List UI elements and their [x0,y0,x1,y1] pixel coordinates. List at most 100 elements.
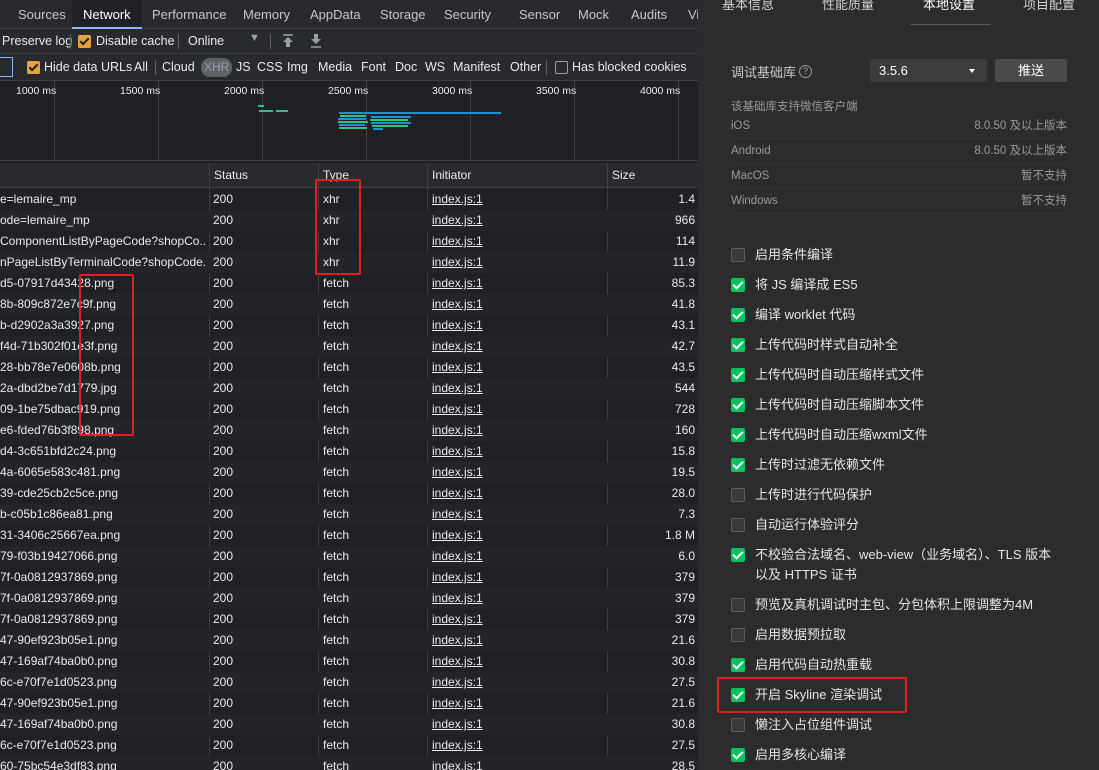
request-initiator[interactable]: index.js:1 [432,609,602,630]
request-initiator[interactable]: index.js:1 [432,210,602,231]
base-lib-select[interactable]: 3.5.6 [870,59,987,82]
request-initiator[interactable]: index.js:1 [432,756,602,770]
setting-checkbox[interactable] [731,748,745,762]
tab-appdata[interactable]: AppData [310,0,361,29]
request-initiator[interactable]: index.js:1 [432,630,602,651]
request-initiator[interactable]: index.js:1 [432,525,602,546]
request-initiator[interactable]: index.js:1 [432,336,602,357]
request-initiator[interactable]: index.js:1 [432,504,602,525]
network-overview[interactable]: 1000 ms 1500 ms 2000 ms 2500 ms 3000 ms … [0,81,698,161]
table-row[interactable]: ode=lemaire_mp 200 xhr index.js:1 966 [0,210,698,231]
setting-checkbox[interactable] [731,428,745,442]
request-initiator[interactable]: index.js:1 [432,441,602,462]
setting-checkbox[interactable] [731,278,745,292]
tab-network[interactable]: Network [72,0,142,29]
table-row[interactable]: 47-169af74ba0b0.png 200 fetch index.js:1 30.… [0,651,698,672]
table-row[interactable]: b-c05b1c86ea81.png 200 fetch index.js:1 7.3 [0,504,698,525]
setting-checkbox[interactable] [731,628,745,642]
filter-js[interactable]: JS [236,60,251,74]
column-size[interactable]: Size [608,163,635,188]
tab-memory[interactable]: Memory [243,0,290,29]
request-initiator[interactable]: index.js:1 [432,273,602,294]
tab-performance[interactable]: Performance [152,0,226,29]
setting-checkbox[interactable] [731,398,745,412]
filter-xhr[interactable]: XHR [201,58,233,77]
blocked-cookies-checkbox[interactable] [555,61,568,74]
filter-all[interactable]: All [134,60,148,74]
chevron-down-icon[interactable]: ▼ [249,32,260,44]
request-initiator[interactable]: index.js:1 [432,357,602,378]
request-initiator[interactable]: index.js:1 [432,483,602,504]
table-row[interactable]: 31-3406c25667ea.png 200 fetch index.js:1 1.8… [0,525,698,546]
tab-mock[interactable]: Mock [578,0,609,29]
setting-checkbox[interactable] [731,338,745,352]
throttling-select[interactable]: Online [188,34,224,48]
request-initiator[interactable]: index.js:1 [432,420,602,441]
table-row[interactable]: 09-1be75dbac919.png 200 fetch index.js:1 728 [0,399,698,420]
setting-checkbox[interactable] [731,688,745,702]
table-row[interactable]: 7f-0a0812937869.png 200 fetch index.js:1 379 [0,588,698,609]
table-row[interactable]: 8b-809c872e7c9f.png 200 fetch index.js:1 41.… [0,294,698,315]
request-initiator[interactable]: index.js:1 [432,462,602,483]
tab-storage[interactable]: Storage [380,0,426,29]
setting-checkbox[interactable] [731,518,745,532]
request-initiator[interactable]: index.js:1 [432,378,602,399]
table-row[interactable]: nPageListByTerminalCode?shopCode... 200 xh… [0,252,698,273]
table-row[interactable]: 7f-0a0812937869.png 200 fetch index.js:1 379 [0,567,698,588]
settings-tab-project[interactable]: 项目配置 [1023,0,1075,13]
table-row[interactable]: 7f-0a0812937869.png 200 fetch index.js:1 379 [0,609,698,630]
filter-doc[interactable]: Doc [395,60,417,74]
request-initiator[interactable]: index.js:1 [432,252,602,273]
table-row[interactable]: 6c-e70f7e1d0523.png 200 fetch index.js:1 27.… [0,735,698,756]
setting-checkbox[interactable] [731,718,745,732]
table-row[interactable]: 39-cde25cb2c5ce.png 200 fetch index.js:1 28.… [0,483,698,504]
blocked-cookies-label[interactable]: Has blocked cookies [572,60,687,74]
tab-audits[interactable]: Audits [631,0,667,29]
hide-data-urls-checkbox[interactable] [27,61,40,74]
filter-ws[interactable]: WS [425,60,445,74]
tab-sources[interactable]: Sources [18,0,66,29]
request-initiator[interactable]: index.js:1 [432,231,602,252]
filter-cloud[interactable]: Cloud [162,60,195,74]
disable-cache-checkbox[interactable] [78,35,91,48]
request-initiator[interactable]: index.js:1 [432,567,602,588]
request-initiator[interactable]: index.js:1 [432,189,602,210]
table-row[interactable]: 6c-e70f7e1d0523.png 200 fetch index.js:1 27.… [0,672,698,693]
filter-media[interactable]: Media [318,60,352,74]
table-row[interactable]: 4a-6065e583c481.png 200 fetch index.js:1 19.… [0,462,698,483]
setting-checkbox[interactable] [731,658,745,672]
setting-checkbox[interactable] [731,248,745,262]
help-icon[interactable]: ? [799,65,812,78]
table-row[interactable]: f4d-71b302f01e3f.png 200 fetch index.js:1 42… [0,336,698,357]
filter-input[interactable] [0,57,13,77]
column-type[interactable]: Type [319,163,349,188]
setting-checkbox[interactable] [731,308,745,322]
request-initiator[interactable]: index.js:1 [432,672,602,693]
disable-cache-label[interactable]: Disable cache [96,34,175,48]
table-row[interactable]: d4-3c651bfd2c24.png 200 fetch index.js:1 15.… [0,441,698,462]
tab-security[interactable]: Security [444,0,491,29]
settings-tab-local[interactable]: 本地设置 [923,0,975,13]
setting-checkbox[interactable] [731,548,745,562]
push-button[interactable]: 推送 [995,59,1067,82]
upload-icon[interactable] [282,34,294,48]
hide-data-urls-label[interactable]: Hide data URLs [44,60,132,74]
setting-checkbox[interactable] [731,598,745,612]
table-row[interactable]: 60-75bc54e3df83.png 200 fetch index.js:1 28.… [0,756,698,770]
setting-checkbox[interactable] [731,368,745,382]
filter-img[interactable]: Img [287,60,308,74]
table-row[interactable]: 47-90ef923b05e1.png 200 fetch index.js:1 21.… [0,630,698,651]
column-status[interactable]: Status [210,163,248,188]
tab-sensor[interactable]: Sensor [519,0,560,29]
table-row[interactable]: ComponentListByPageCode?shopCo... 200 xhr i… [0,231,698,252]
setting-checkbox[interactable] [731,488,745,502]
request-initiator[interactable]: index.js:1 [432,588,602,609]
request-initiator[interactable]: index.js:1 [432,315,602,336]
filter-manifest[interactable]: Manifest [453,60,500,74]
settings-tab-performance[interactable]: 性能质量 [822,0,874,13]
table-row[interactable]: b-d2902a3a3927.png 200 fetch index.js:1 43.1 [0,315,698,336]
request-initiator[interactable]: index.js:1 [432,546,602,567]
filter-font[interactable]: Font [361,60,386,74]
table-row[interactable]: e6-fded76b3f898.png 200 fetch index.js:1 160 [0,420,698,441]
table-row[interactable]: 47-169af74ba0b0.png 200 fetch index.js:1 30.… [0,714,698,735]
